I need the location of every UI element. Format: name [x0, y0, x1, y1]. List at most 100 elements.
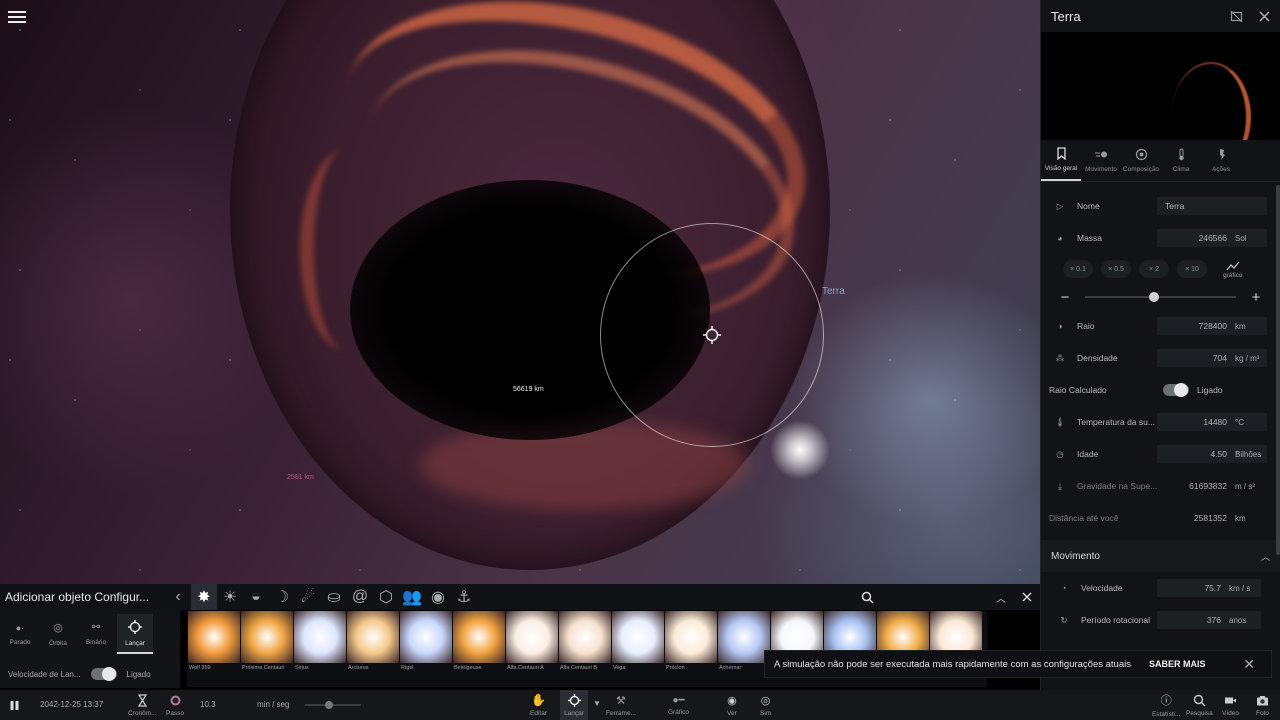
category-people-icon[interactable]: 👥 [399, 584, 425, 610]
radius-unit: km [1235, 321, 1246, 331]
video-button[interactable]: Vídeo [1222, 690, 1239, 720]
speed-input[interactable]: 75.7 km / s [1157, 579, 1261, 597]
photo-label: Foto [1256, 709, 1270, 717]
mode-launch[interactable]: Lançar [117, 614, 153, 654]
catalog-item[interactable] [453, 611, 505, 663]
close-icon[interactable]: ✕ [1243, 656, 1255, 673]
catalog-item[interactable] [400, 611, 452, 663]
catalog-item[interactable] [294, 611, 346, 663]
star-thumbnail [241, 611, 293, 663]
star-thumbnail [506, 611, 558, 663]
tab-composicao[interactable]: Composição [1121, 140, 1161, 181]
tools-button[interactable]: ⚒ Ferrame... [606, 690, 636, 720]
mode-orbit[interactable]: ◎ Órbita [40, 614, 76, 654]
close-icon[interactable] [1022, 592, 1032, 602]
category-blackhole-icon[interactable]: ◉ [425, 584, 451, 610]
category-ship-icon[interactable]: ⛀ [321, 584, 347, 610]
mult-10-button[interactable]: × 10 [1177, 260, 1207, 278]
category-stars-icon[interactable]: ✸ [191, 584, 217, 610]
catalog-item-label: Alfa Centauri B [560, 665, 597, 671]
catalog-item[interactable] [612, 611, 664, 663]
plus-button[interactable]: + [1250, 289, 1262, 306]
catalog-item[interactable] [718, 611, 770, 663]
gravity-unit: m / s² [1235, 481, 1255, 491]
chronometer-button[interactable]: Cronôm... [128, 690, 157, 720]
stats-button[interactable]: ⓘ Estatísti... [1152, 690, 1181, 720]
density-input[interactable]: 704 kg / m³ [1157, 349, 1267, 367]
category-sun-icon[interactable]: ☀ [217, 584, 243, 610]
view-button[interactable]: ◉ Ver [727, 690, 737, 720]
search-button[interactable]: Pesquisa [1186, 690, 1213, 720]
chevron-up-icon[interactable]: ︿ [996, 590, 1006, 605]
tab-visao-geral[interactable]: Visão geral [1041, 140, 1081, 181]
mass-input[interactable]: 246566 Sol [1157, 229, 1267, 247]
caret-down-icon[interactable]: ▼ [593, 699, 601, 708]
slider-track[interactable] [1085, 292, 1236, 302]
launch-speed-toggle[interactable] [90, 667, 117, 681]
still-icon: ●· [15, 622, 25, 633]
search-icon[interactable] [861, 591, 874, 604]
distance-label: 56619 km [513, 386, 544, 393]
graph-button[interactable]: gráfico [1223, 260, 1243, 279]
catalog-item[interactable] [188, 611, 240, 663]
launch-tool-button[interactable]: Lançar [560, 690, 588, 720]
category-comet-icon[interactable]: ☄ [295, 584, 321, 610]
slider-thumb[interactable] [1149, 292, 1159, 302]
bottom-toolbar: 2042-12-25 13:37 Cronôm... Passo 10.3 mi… [0, 690, 1280, 720]
catalog-item[interactable] [665, 611, 717, 663]
period-unit: anos [1229, 615, 1247, 625]
edit-button[interactable]: ✋ Editar [530, 690, 547, 720]
rate-slider[interactable] [305, 701, 361, 709]
close-icon[interactable] [1259, 11, 1270, 22]
catalog-item[interactable] [347, 611, 399, 663]
mode-still[interactable]: ●· Parado [2, 614, 38, 654]
period-input[interactable]: 376 anos [1157, 611, 1261, 629]
hide-preview-icon[interactable] [1230, 10, 1243, 23]
mult-0-5-button[interactable]: × 0.5 [1101, 260, 1131, 278]
panel-scrollbar[interactable] [1276, 185, 1280, 555]
catalog-item[interactable] [241, 611, 293, 663]
name-input[interactable]: Terra [1157, 197, 1267, 215]
distance-label: 2581 km [287, 474, 314, 481]
category-anchor-icon[interactable]: ⚓ [451, 584, 477, 610]
calc-radius-toggle[interactable] [1163, 383, 1189, 397]
category-planet-icon[interactable]: ◒ [243, 584, 269, 610]
simulation-viewport[interactable]: 56619 km 2581 km Terra [0, 0, 1040, 585]
minus-button[interactable]: − [1059, 289, 1071, 306]
pause-button[interactable] [8, 690, 21, 720]
graph-toolbar-button[interactable]: ●━ Gráfico [668, 690, 689, 720]
mode-binary[interactable]: ⚯ Binário [78, 614, 114, 654]
radius-input[interactable]: 728400 km [1157, 317, 1267, 335]
rate-slider-thumb[interactable] [325, 701, 333, 709]
prop-age: ◷ Idade 4.50 Bilhões [1049, 438, 1272, 470]
mass-multipliers: × 0.1 × 0.5 × 2 × 10 gráfico [1049, 254, 1272, 284]
chevron-up-icon: ︿ [1260, 551, 1270, 562]
sim-button[interactable]: ◎ Sim [760, 690, 771, 720]
bookmark-icon [1056, 147, 1066, 160]
section-movement-header[interactable]: Movimento ︿ [1041, 540, 1280, 572]
category-asteroid-icon[interactable]: ⬡ [373, 584, 399, 610]
category-moon-icon[interactable]: ☽ [269, 584, 295, 610]
mult-0-1-button[interactable]: × 0.1 [1063, 260, 1093, 278]
tab-clima[interactable]: Clima [1161, 140, 1201, 181]
gravity-value: 61693832 [1189, 481, 1227, 491]
category-galaxy-icon[interactable]: @ [347, 584, 373, 610]
tab-movimento[interactable]: Movimento [1081, 140, 1121, 181]
tab-acoes[interactable]: Ações [1201, 140, 1241, 181]
add-object-bar: Adicionar objeto Configur... ‹ ✸ ☀ ◒ ☽ ☄… [0, 584, 1040, 610]
mult-2-button[interactable]: × 2 [1139, 260, 1169, 278]
radius-value: 728400 [1198, 321, 1227, 331]
prop-density: ⁂ Densidade 704 kg / m³ [1049, 342, 1272, 374]
age-input[interactable]: 4.50 Bilhões [1157, 445, 1267, 463]
rotation-icon: ↻ [1060, 614, 1068, 625]
target-label[interactable]: Terra [822, 286, 845, 297]
catalog-item[interactable] [506, 611, 558, 663]
step-button[interactable]: Passo [166, 690, 184, 720]
temperature-input[interactable]: 14480 °C [1157, 413, 1267, 431]
photo-button[interactable]: Foto [1256, 690, 1269, 720]
chevron-left-icon[interactable]: ‹ [165, 584, 191, 610]
crosshair-icon[interactable] [703, 326, 721, 344]
hamburger-menu-icon[interactable] [8, 8, 26, 24]
catalog-item[interactable] [559, 611, 611, 663]
learn-more-button[interactable]: SABER MAIS [1149, 659, 1206, 669]
